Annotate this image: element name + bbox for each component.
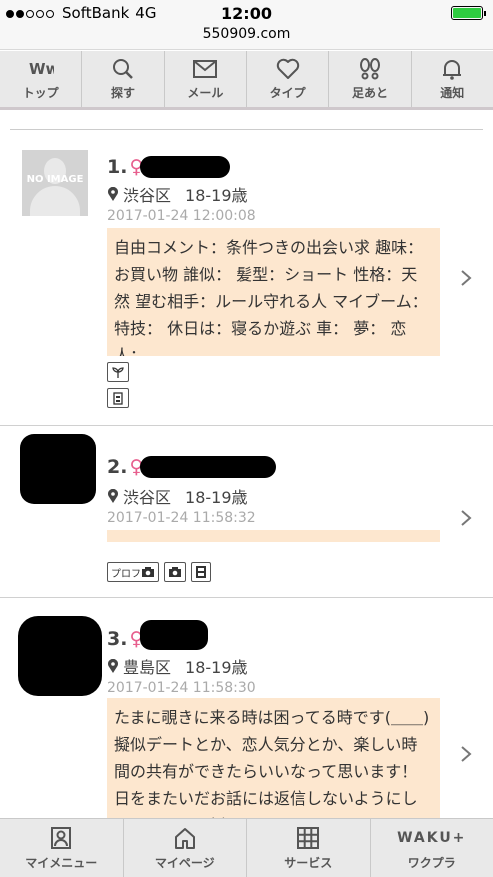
chevron-right-icon[interactable] [459, 744, 473, 764]
post-rank: 1. ♀ [107, 156, 143, 178]
camera-icon [164, 562, 186, 582]
bottom-label: サービス [284, 855, 333, 870]
redacted-name [140, 456, 276, 478]
nav-search[interactable]: 探す [82, 51, 165, 107]
battery-icon [451, 6, 486, 20]
status-bar: SoftBank 4G 12:00 [0, 0, 493, 26]
nav-label: 足あと [351, 86, 388, 100]
comment: たまに覗きに来る時は困ってる時です(＿＿) 擬似デートとか、恋人気分とか、楽しい… [107, 698, 440, 818]
location: 渋谷区 18-19歳 [107, 484, 248, 508]
rank-number: 2. [107, 456, 128, 478]
post-date: 2017-01-24 12:00:08 [107, 208, 256, 224]
nav-type[interactable]: タイプ [247, 51, 330, 107]
plant-icon [107, 362, 129, 382]
tag-row [107, 362, 129, 408]
nav-label: 探す [110, 86, 135, 100]
bottom-label: マイメニュー [25, 855, 98, 870]
rank-number: 3. [107, 628, 128, 650]
grid-icon [297, 826, 320, 849]
area: 渋谷区 [123, 488, 172, 507]
post-card-2[interactable]: 2. ♀ 渋谷区 18-19歳 2017-01-24 11:58:32 プロフ [0, 426, 493, 598]
age: 18-19歳 [185, 658, 248, 677]
nav-label: メール [187, 86, 224, 100]
clock: 12:00 [221, 4, 272, 23]
my-menu-icon [51, 826, 72, 849]
post-date: 2017-01-24 11:58:30 [107, 680, 256, 696]
building-icon [107, 388, 129, 408]
avatar[interactable] [18, 616, 102, 696]
bottom-my-menu[interactable]: マイメニュー [0, 819, 124, 877]
post-rank: 3. ♀ [107, 628, 143, 650]
avatar[interactable] [20, 434, 96, 504]
bottom-my-page[interactable]: マイページ [124, 819, 247, 877]
url-bar[interactable]: 550909.com [0, 26, 493, 50]
post-rank: 2. ♀ [107, 456, 143, 478]
bell-icon [443, 60, 462, 80]
post-card-3[interactable]: 3. ♀ 豊島区 18-19歳 2017-01-24 11:58:30 たまに覗き… [0, 598, 493, 818]
location-pin-icon [108, 488, 118, 503]
bottom-service[interactable]: サービス [247, 819, 371, 877]
age: 18-19歳 [185, 488, 248, 507]
area: 豊島区 [123, 658, 172, 677]
footprint-icon [359, 58, 380, 80]
profile-tag-label: プロフ [111, 568, 141, 580]
no-image-label: NO IMAGE [26, 174, 84, 185]
bottom-label: ワクプラ [407, 855, 456, 870]
calculator-icon [191, 562, 211, 582]
svg-text:Ww: Ww [29, 60, 54, 78]
redacted-name [140, 620, 208, 650]
nav-label: タイプ [269, 86, 306, 100]
home-icon [174, 827, 195, 849]
top-nav: Ww トップ 探す メール タイプ 足あと 通知 [0, 51, 493, 110]
bottom-label: マイページ [154, 855, 215, 870]
redacted-name [140, 156, 230, 178]
nav-top[interactable]: Ww トップ [0, 51, 83, 107]
nav-label: トップ [22, 86, 59, 100]
nav-label: 通知 [440, 86, 465, 100]
avatar[interactable]: NO IMAGE [22, 150, 88, 216]
comment: 自由コメント：条件つきの出会い求 趣味：お買い物 誰似： 髪型：ショート 性格：… [107, 228, 440, 356]
location-pin-icon [108, 658, 118, 673]
nav-footprints[interactable]: 足あと [329, 51, 412, 107]
area: 渋谷区 [123, 186, 172, 205]
chevron-right-icon[interactable] [459, 508, 473, 528]
location: 豊島区 18-19歳 [107, 654, 248, 678]
heart-icon [276, 58, 299, 79]
rank-number: 1. [107, 156, 128, 178]
waku-plus-logo: WAKU+ [397, 829, 467, 846]
nav-notifications[interactable]: 通知 [412, 51, 493, 107]
post-card-1[interactable]: NO IMAGE 1. ♀ 渋谷区 18-19歳 2017-01-24 12:00… [0, 130, 493, 426]
location: 渋谷区 18-19歳 [107, 182, 248, 206]
silhouette-body [30, 186, 80, 216]
tag-row: プロフ [107, 562, 211, 582]
chevron-right-icon[interactable] [459, 268, 473, 288]
location-pin-icon [108, 186, 118, 201]
bottom-nav: マイメニュー マイページ サービス WAKU+ ワクプラ [0, 818, 493, 877]
profile-camera-icon: プロフ [107, 562, 159, 582]
age: 18-19歳 [185, 186, 248, 205]
mail-icon [193, 60, 218, 78]
post-list: NO IMAGE 1. ♀ 渋谷区 18-19歳 2017-01-24 12:00… [0, 112, 493, 818]
nav-mail[interactable]: メール [165, 51, 247, 107]
ww-logo-icon: Ww [29, 60, 54, 78]
search-icon [112, 59, 133, 79]
comment [107, 530, 440, 542]
post-date: 2017-01-24 11:58:32 [107, 510, 256, 526]
bottom-wakupura[interactable]: WAKU+ ワクプラ [371, 819, 493, 877]
